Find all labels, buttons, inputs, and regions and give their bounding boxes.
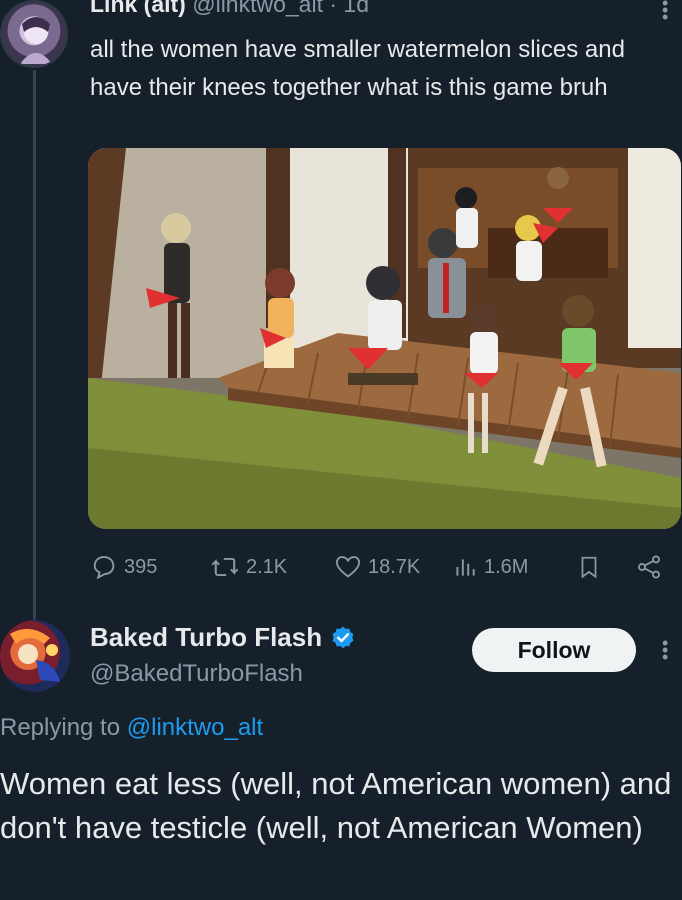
replying-prefix: Replying to [0, 714, 121, 741]
tweet-header: Link (alt) @linktwo_alt · 1d [90, 0, 369, 18]
views-icon [456, 559, 475, 576]
reply-text: Women eat less (well, not American women… [0, 766, 672, 845]
share-button[interactable] [634, 548, 664, 586]
verified-badge-icon [332, 626, 354, 648]
display-name-text[interactable]: Baked Turbo Flash [90, 622, 322, 653]
more-options-icon[interactable]: • • • [662, 0, 668, 26]
display-name[interactable]: Baked Turbo Flash [90, 622, 356, 653]
bookmark-icon [581, 556, 597, 579]
repost-button[interactable]: 2.1K [210, 548, 287, 586]
more-options-icon[interactable]: • • • [662, 634, 668, 666]
like-count: 18.7K [368, 555, 421, 578]
like-button[interactable]: 18.7K [334, 548, 420, 586]
user-handle[interactable]: @BakedTurboFlash [90, 660, 303, 688]
tweet-text: all the women have smaller watermelon sl… [90, 36, 625, 101]
share-icon [638, 555, 660, 579]
repost-count: 2.1K [246, 555, 288, 578]
view-count: 1.6M [484, 555, 529, 578]
views-button[interactable]: 1.6M [452, 548, 528, 586]
reply-icon [93, 556, 115, 580]
replying-to: Replying to @linktwo_alt [0, 714, 263, 742]
user-handle[interactable]: @linktwo_alt [192, 0, 323, 17]
repost-icon [211, 558, 239, 576]
thread-line [33, 70, 36, 622]
replying-handle-link[interactable]: @linktwo_alt [127, 714, 263, 741]
timestamp[interactable]: 1d [343, 0, 369, 17]
display-name[interactable]: Link (alt) [90, 0, 186, 17]
bookmark-button[interactable] [576, 548, 602, 586]
avatar[interactable] [0, 0, 68, 68]
reply-button[interactable]: 395 [90, 548, 157, 586]
game-screenshot [88, 148, 681, 529]
like-icon [335, 556, 361, 578]
reply-count: 395 [124, 555, 158, 578]
follow-button[interactable]: Follow [472, 628, 636, 672]
media-image[interactable] [88, 148, 681, 529]
action-bar: 395 2.1K 18.7K 1.6M [88, 548, 678, 586]
avatar[interactable] [0, 620, 70, 692]
separator: · [329, 0, 338, 17]
